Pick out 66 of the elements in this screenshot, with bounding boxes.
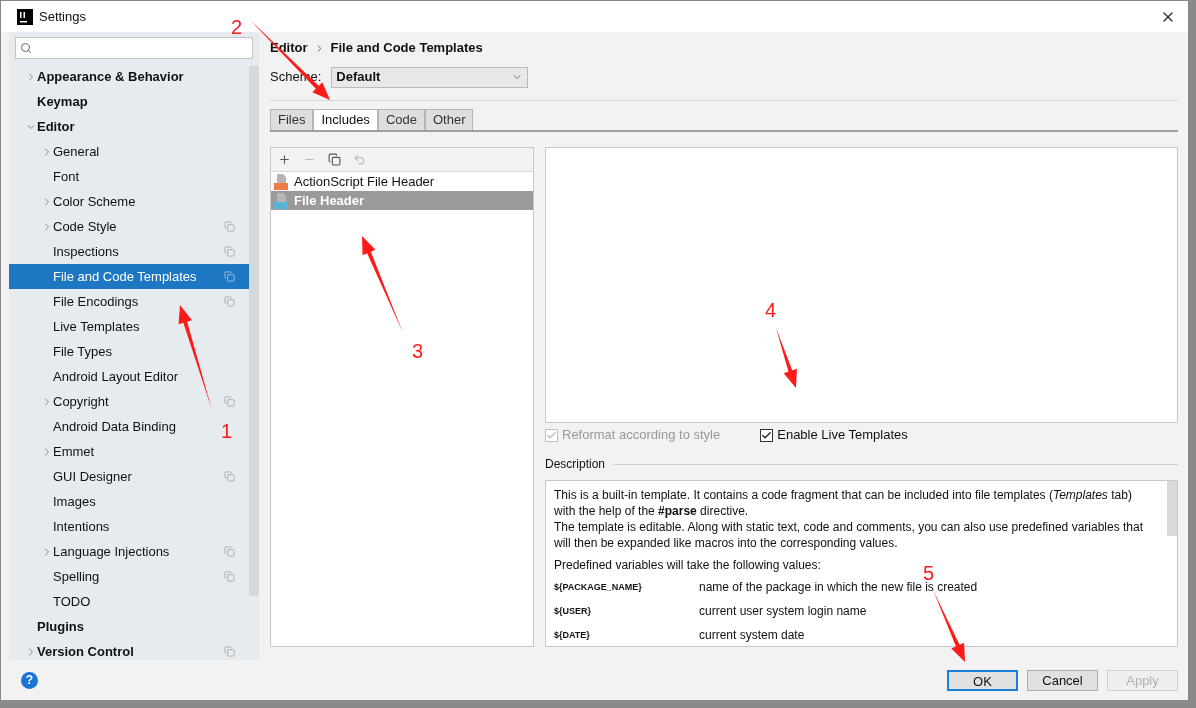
breadcrumb-item: File and Code Templates (330, 39, 483, 58)
variable-description: current user system login name (699, 603, 867, 619)
tree-item[interactable]: Appearance & Behavior (9, 64, 200, 89)
tree-item[interactable]: GUI Designer (9, 464, 249, 489)
tree-item[interactable]: Copyright (9, 389, 249, 414)
check-icon (546, 429, 557, 441)
annotation-number: 5 (923, 566, 935, 581)
tree-item[interactable]: General (9, 139, 116, 164)
tree-item[interactable]: Spelling (9, 564, 249, 589)
tree-item[interactable]: Language Injections (9, 539, 249, 564)
tab[interactable]: Other (424, 109, 474, 130)
variable-name: ${USER} (554, 605, 592, 618)
tree-item[interactable]: Intentions (9, 514, 126, 539)
tree-item[interactable]: Emmet (9, 439, 111, 464)
tab[interactable]: Files (270, 109, 314, 130)
variable-description: current system date (699, 627, 805, 643)
scheme-dropdown[interactable]: Default (331, 66, 529, 88)
template-item[interactable]: ActionScript File Header (271, 172, 533, 191)
tree-item[interactable]: Font (9, 164, 95, 189)
file-icon (274, 173, 288, 190)
scrollbar-thumb[interactable] (1167, 481, 1177, 536)
file-icon (274, 192, 288, 209)
search-field[interactable] (15, 37, 253, 59)
description-text: This is a built-in template. It contains a code fragment that can be included into file templates (Templates tab) with the help of the #parse directive. (554, 487, 1133, 519)
tree-item[interactable]: File Encodings (9, 289, 249, 314)
scrollbar-thumb[interactable] (249, 66, 259, 596)
copy-icon[interactable] (328, 153, 341, 166)
app-logo-icon (17, 8, 33, 25)
annotation-number: 1 (221, 424, 233, 439)
tree-item[interactable]: File Types (9, 339, 128, 364)
tree-item[interactable]: Live Templates (9, 314, 156, 339)
tree-item[interactable]: File and Code Templates (9, 264, 249, 289)
template-editor[interactable] (545, 147, 1178, 423)
tree-item[interactable]: Inspections (9, 239, 249, 264)
tree-item[interactable]: Code Style (9, 214, 249, 239)
tree-item[interactable]: Android Data Binding (9, 414, 192, 439)
annotation-number: 4 (765, 303, 777, 318)
dialog-button[interactable]: OK (947, 669, 1018, 691)
tree-item[interactable]: Android Layout Editor (9, 364, 195, 389)
checkbox-option[interactable]: Enable Live Templates (760, 425, 908, 445)
annotation-number: 2 (231, 20, 243, 35)
annotation-arrow (933, 590, 965, 662)
tab[interactable]: Includes (313, 109, 378, 130)
tree-item[interactable]: Plugins (9, 614, 100, 639)
description-text: The template is editable. Along with static text, code and comments, you can also use predefined variables that will then be expanded like macros into the corresponding values. (554, 519, 1144, 551)
tab[interactable]: Code (377, 109, 425, 130)
help-icon[interactable]: ? (21, 671, 38, 689)
tree-item[interactable]: Images (9, 489, 112, 514)
annotation-number: 3 (412, 344, 424, 359)
checkbox[interactable] (760, 428, 774, 442)
description-text: Predefined variables will take the following values: (554, 557, 821, 573)
section-title: Description (545, 456, 606, 473)
search-icon (20, 42, 32, 54)
dialog-button[interactable]: Cancel (1027, 669, 1098, 691)
annotation-arrow (776, 328, 797, 388)
tree-item[interactable]: Color Scheme (9, 189, 152, 214)
check-icon (761, 429, 773, 441)
tree-item[interactable]: TODO (9, 589, 107, 614)
tree-item[interactable]: Editor (9, 114, 91, 139)
window-title: Settings (39, 7, 86, 26)
variable-description: name of the package in which the new file is created (699, 580, 978, 595)
tree-item[interactable]: Version Control (9, 639, 249, 664)
variable-name: ${PACKAGE_NAME} (554, 581, 643, 594)
add-icon[interactable] (278, 153, 291, 166)
tree-item[interactable]: Keymap (9, 89, 104, 114)
variable-name: ${DATE} (554, 629, 591, 642)
